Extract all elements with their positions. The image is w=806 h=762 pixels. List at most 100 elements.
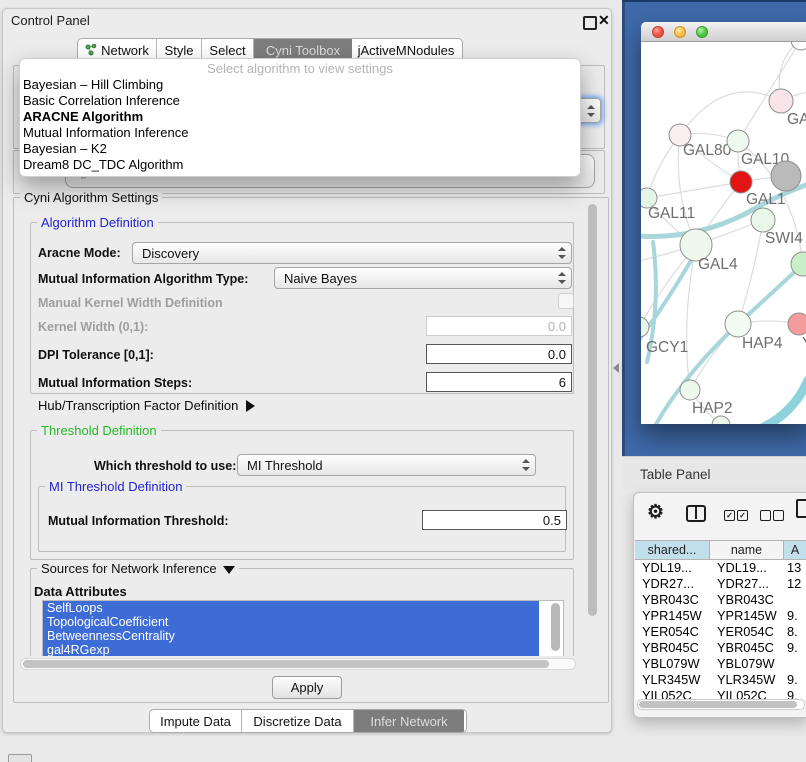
dropdown-item[interactable]: Basic Correlation Inference [20,93,580,109]
mi-algorithm-type-value: Naive Bayes [284,271,357,286]
network-node-y[interactable] [788,313,806,335]
table-row[interactable]: YPR145WYPR145W9. [635,608,806,624]
table-row[interactable]: YDL19...YDL19...13 [635,560,806,576]
aracne-mode-combobox[interactable]: Discovery [132,242,572,264]
network-node-label: HAP4 [742,335,783,352]
settings-vertical-scrollbar[interactable] [587,202,599,658]
tab-discretize-data[interactable]: Discretize Data [242,710,354,732]
apply-button[interactable]: Apply [272,676,342,699]
attribute-list-item[interactable]: SelfLoops [43,601,539,615]
kernel-width-field[interactable]: 0.0 [426,316,572,336]
attribute-list-item[interactable]: gal4RGexp [43,643,539,656]
gear-icon[interactable]: ⚙ [647,501,664,524]
clear-selection-icon[interactable] [760,510,771,521]
table-body[interactable]: YDL19...YDL19...13YDR27...YDR27...12YBR0… [635,560,806,699]
network-node-hap4[interactable] [725,311,751,337]
table-panel-header: Table Panel [622,456,806,490]
table-cell: YPR145W [710,608,784,624]
close-panel-icon[interactable]: ✕ [598,12,610,29]
column-header-name[interactable]: name [710,540,784,560]
network-node-gcy1[interactable] [641,317,649,337]
network-view-area: GALGAL80GAL10GAL1GAL11SWI4GAL4GCY1HAP4YH… [622,0,806,456]
dropdown-item[interactable]: Bayesian – K2 [20,141,580,157]
hub-definition-expander[interactable]: Hub/Transcription Factor Definition [38,398,255,413]
network-node-hap2[interactable] [680,380,700,400]
network-node-label: GAL4 [698,256,738,273]
zoom-window-icon[interactable] [696,26,708,38]
which-threshold-combobox[interactable]: MI Threshold [237,454,536,476]
table-cell: YDL19... [635,560,710,576]
mi-algorithm-type-combobox[interactable]: Naive Bayes [274,267,572,289]
minimize-window-icon[interactable] [674,26,686,38]
clear-selection-icon[interactable] [773,510,784,521]
tab-infer-network[interactable]: Infer Network [354,710,464,732]
network-node-label: GAL [787,111,806,128]
network-edge[interactable] [647,182,741,198]
network-node-gal1[interactable] [730,171,752,193]
table-header-row[interactable]: shared...nameA [635,540,806,560]
control-panel-window: Control Panel ✕ NetworkStyleSelectCyni T… [2,8,612,733]
network-edge[interactable] [738,220,763,324]
data-attributes-list[interactable]: SelfLoopsTopologicalCoefficientBetweenne… [42,600,564,656]
table-row[interactable]: YER054CYER054C8. [635,624,806,640]
table-cell: 13 [784,560,806,576]
select-all-icon[interactable]: ✓ [724,510,735,521]
table-horizontal-scrollbar[interactable] [637,699,805,710]
close-window-icon[interactable] [652,26,664,38]
combo-spinner-icon [557,272,566,284]
table-cell: YER054C [635,624,710,640]
manual-kernel-width-checkbox[interactable] [558,293,574,309]
columns-icon[interactable] [686,505,706,522]
network-node[interactable] [791,42,806,50]
table-row[interactable]: YBR045CYBR045C9. [635,640,806,656]
kernel-width-label: Kernel Width (0,1): [38,320,148,334]
attributes-scrollbar[interactable] [550,603,561,653]
network-window-titlebar[interactable] [641,22,806,42]
float-window-icon[interactable] [583,16,597,30]
table-row[interactable]: YIL052CYIL052C9. [635,688,806,699]
table-row[interactable]: YDR27...YDR27...12 [635,576,806,592]
screen: Control Panel ✕ NetworkStyleSelectCyni T… [0,0,806,762]
mi-threshold-label: Mutual Information Threshold: [48,514,229,528]
table-cell [784,592,806,608]
attribute-list-item[interactable]: TopologicalCoefficient [43,615,539,629]
table-cell: 9. [784,608,806,624]
dropdown-item[interactable]: ARACNE Algorithm [20,109,580,125]
network-node-label: GAL80 [683,142,732,159]
dropdown-item[interactable]: Dream8 DC_TDC Algorithm [20,157,580,173]
network-window[interactable]: GALGAL80GAL10GAL1GAL11SWI4GAL4GCY1HAP4YH… [641,22,806,424]
network-edge[interactable] [680,92,781,135]
dropdown-item[interactable]: Bayesian – Hill Climbing [20,77,580,93]
column-header-shared-[interactable]: shared... [635,540,710,560]
dropdown-item[interactable]: Mutual Information Inference [20,125,580,141]
splitpane-collapse-icon[interactable] [613,363,619,373]
network-canvas[interactable]: GALGAL80GAL10GAL1GAL11SWI4GAL4GCY1HAP4YH… [641,42,806,424]
mi-steps-field[interactable]: 6 [426,372,572,392]
dpi-tolerance-field[interactable]: 0.0 [426,344,572,364]
select-all-icon[interactable]: ✓ [737,510,748,521]
table-cell: 12 [784,576,806,592]
table-row[interactable]: YLR345WYLR345W9. [635,672,806,688]
dropdown-placeholder: Select algorithm to view settings [20,59,580,77]
network-node-gal[interactable] [769,89,793,113]
network-node-gal10[interactable] [727,130,749,152]
export-table-icon[interactable] [796,499,806,518]
tab-label: Style [165,43,194,58]
network-node[interactable] [712,416,730,424]
tab-impute-data[interactable]: Impute Data [150,710,242,732]
network-node[interactable] [771,161,801,191]
tab-label: Select [209,43,245,58]
manual-kernel-width-label: Manual Kernel Width Definition [38,296,223,310]
table-cell: YDR27... [635,576,710,592]
attribute-list-item[interactable]: BetweennessCentrality [43,629,539,643]
sources-group-title[interactable]: Sources for Network Inference [37,561,239,576]
network-node-label: GAL11 [648,205,695,222]
table-row[interactable]: YBL079WYBL079W [635,656,806,672]
settings-horizontal-scrollbar[interactable] [20,658,576,670]
network-edge-highlighted[interactable] [753,380,806,424]
minimized-panel-icon[interactable] [8,754,32,762]
network-node-swi4[interactable] [751,208,775,232]
mi-threshold-field[interactable]: 0.5 [422,510,567,530]
column-header-a[interactable]: A [784,540,806,560]
table-row[interactable]: YBR043CYBR043C [635,592,806,608]
